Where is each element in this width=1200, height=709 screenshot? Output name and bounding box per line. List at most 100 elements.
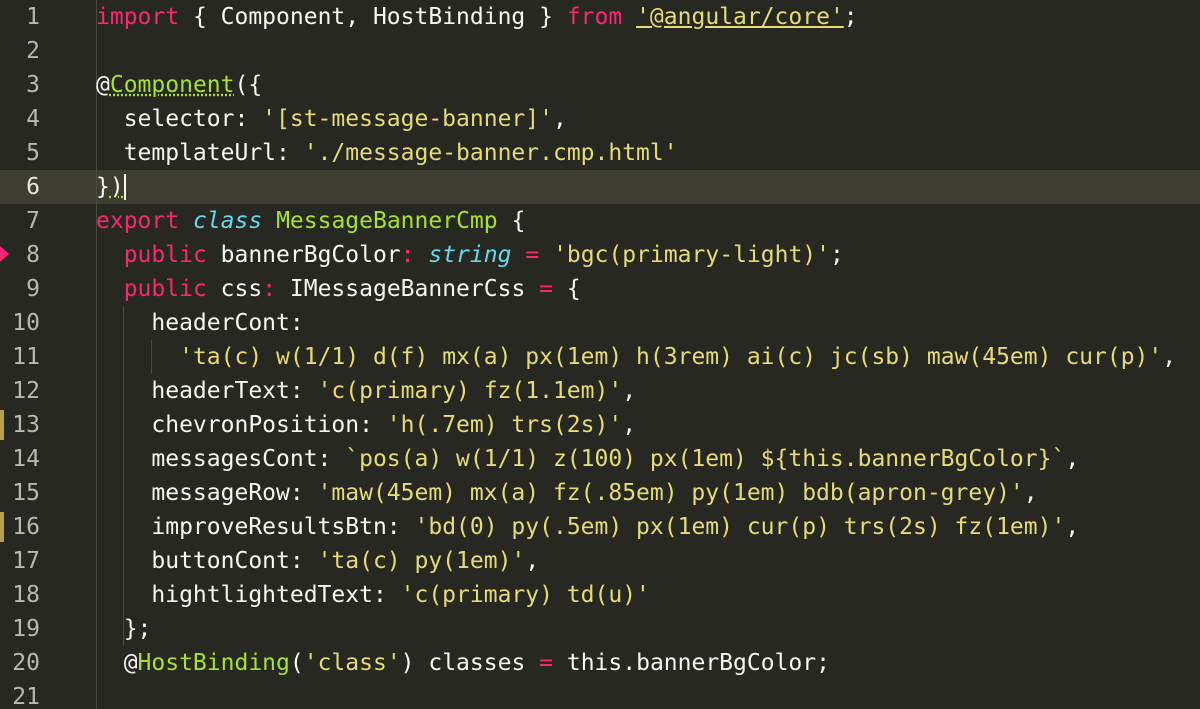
code-line[interactable]: selector: '[st-message-banner]', bbox=[96, 102, 567, 136]
gutter-line[interactable]: 5 bbox=[0, 136, 76, 170]
code-line[interactable]: @HostBinding('class') classes = this.ban… bbox=[96, 646, 830, 680]
code-area[interactable]: import { Component, HostBinding } from '… bbox=[96, 0, 1200, 709]
code-line[interactable]: messageRow: 'maw(45em) mx(a) fz(.85em) p… bbox=[96, 476, 1037, 510]
code-token: 'c(primary) fz(1.1em)' bbox=[317, 378, 623, 404]
code-token: 'c(primary) td(u)' bbox=[400, 582, 650, 608]
code-token: { Component, HostBinding } bbox=[179, 4, 567, 30]
code-token: ( bbox=[289, 650, 304, 676]
code-token: messagesCont: bbox=[96, 446, 346, 472]
code-token: : bbox=[400, 242, 415, 268]
line-number: 1 bbox=[26, 4, 40, 30]
code-token: @ bbox=[96, 650, 138, 676]
gutter-line[interactable]: 17 bbox=[0, 544, 76, 578]
code-line[interactable]: improveResultsBtn: 'bd(0) py(.5em) px(1e… bbox=[96, 510, 1079, 544]
code-token: ; bbox=[830, 242, 844, 268]
code-token: { bbox=[497, 208, 526, 234]
gutter-line[interactable]: 3 bbox=[0, 68, 76, 102]
code-token: , bbox=[622, 412, 637, 438]
code-token: = bbox=[525, 242, 540, 268]
code-token: , bbox=[1065, 514, 1080, 540]
gutter-line[interactable]: 15 bbox=[0, 476, 76, 510]
code-line[interactable]: messagesCont: `pos(a) w(1/1) z(100) px(1… bbox=[96, 442, 1079, 476]
gutter-line[interactable]: 9 bbox=[0, 272, 76, 306]
code-line[interactable]: }) bbox=[96, 170, 126, 204]
line-number: 4 bbox=[26, 106, 40, 132]
line-number: 7 bbox=[26, 208, 40, 234]
code-token: 'ta(c) py(1em)' bbox=[317, 548, 526, 574]
code-token: ({ bbox=[234, 72, 263, 98]
gutter-line[interactable]: 2 bbox=[0, 34, 76, 68]
code-line[interactable]: templateUrl: './message-banner.cmp.html' bbox=[96, 136, 678, 170]
gutter-line[interactable]: 6 bbox=[0, 170, 76, 204]
code-token: templateUrl: bbox=[96, 140, 304, 166]
code-token: , bbox=[1065, 446, 1080, 472]
code-line[interactable]: export class MessageBannerCmp { bbox=[96, 204, 525, 238]
line-number: 10 bbox=[12, 310, 40, 336]
line-number-gutter[interactable]: 1 2 3 4 5 6 7 8 9 10 11 12 13 14 15 16 17 18 19 20 21 bbox=[0, 0, 76, 709]
code-token: Component bbox=[109, 72, 235, 98]
code-token: '@angular/core' bbox=[636, 4, 844, 30]
gutter-line[interactable]: 4 bbox=[0, 102, 76, 136]
line-number: 9 bbox=[26, 276, 40, 302]
code-token: '[st-message-banner]' bbox=[262, 106, 553, 132]
gutter-line[interactable]: 13 bbox=[0, 408, 76, 442]
code-token: { bbox=[553, 276, 581, 302]
code-line[interactable]: 'ta(c) w(1/1) d(f) mx(a) px(1em) h(3rem)… bbox=[96, 340, 1176, 374]
gutter-line[interactable]: 20 bbox=[0, 646, 76, 680]
code-line[interactable]: public bannerBgColor: string = 'bgc(prim… bbox=[96, 238, 844, 272]
line-number: 18 bbox=[12, 582, 40, 608]
code-token: chevronPosition: bbox=[96, 412, 387, 438]
code-token: improveResultsBtn: bbox=[96, 514, 415, 540]
code-token: , bbox=[552, 106, 567, 132]
code-token: `pos(a) w(1/1) z(100) px(1em) ${this.ban… bbox=[345, 446, 1066, 472]
code-line[interactable]: import { Component, HostBinding } from '… bbox=[96, 0, 858, 34]
line-number: 19 bbox=[12, 616, 40, 642]
line-number: 17 bbox=[12, 548, 40, 574]
code-line[interactable]: chevronPosition: 'h(.7em) trs(2s)', bbox=[96, 408, 636, 442]
code-token: './message-banner.cmp.html' bbox=[303, 140, 678, 166]
gutter-line[interactable]: 10 bbox=[0, 306, 76, 340]
gutter-line[interactable]: 14 bbox=[0, 442, 76, 476]
code-token: export bbox=[96, 208, 180, 234]
code-token: messageRow: bbox=[96, 480, 318, 506]
gutter-line[interactable]: 18 bbox=[0, 578, 76, 612]
line-number: 15 bbox=[12, 480, 40, 506]
code-token: css bbox=[206, 276, 263, 302]
line-number: 2 bbox=[26, 38, 40, 64]
line-number: 12 bbox=[12, 378, 40, 404]
code-line[interactable]: headerText: 'c(primary) fz(1.1em)', bbox=[96, 374, 636, 408]
line-number: 20 bbox=[12, 650, 40, 676]
code-editor[interactable]: 1 2 3 4 5 6 7 8 9 10 11 12 13 14 15 16 17 18 19 20 21 import… bbox=[0, 0, 1200, 709]
code-token: , bbox=[622, 378, 637, 404]
gutter-line[interactable]: 12 bbox=[0, 374, 76, 408]
code-line[interactable]: @Component({ bbox=[96, 68, 262, 102]
line-number: 16 bbox=[12, 514, 40, 540]
gutter-line[interactable]: 1 bbox=[0, 0, 76, 34]
gutter-line[interactable]: 7 bbox=[0, 204, 76, 238]
code-token: }; bbox=[96, 616, 152, 642]
code-line[interactable]: public css: IMessageBannerCss = { bbox=[96, 272, 581, 306]
gutter-line[interactable]: 19 bbox=[0, 612, 76, 646]
code-line[interactable]: headerCont: bbox=[96, 306, 304, 340]
code-token: headerCont: bbox=[96, 310, 304, 336]
code-token: ; bbox=[843, 4, 858, 30]
line-number: 5 bbox=[26, 140, 40, 166]
line-number: 8 bbox=[26, 242, 40, 268]
code-line[interactable]: }; bbox=[96, 612, 152, 646]
gutter-line[interactable]: 16 bbox=[0, 510, 76, 544]
gutter-line[interactable]: 8 bbox=[0, 238, 76, 272]
line-number: 3 bbox=[26, 72, 40, 98]
gutter-line[interactable]: 21 bbox=[0, 680, 76, 709]
code-line[interactable]: hightlightedText: 'c(primary) td(u)' bbox=[96, 578, 650, 612]
code-token: @ bbox=[96, 72, 110, 98]
code-token: : bbox=[262, 276, 277, 302]
gutter-line[interactable]: 11 bbox=[0, 340, 76, 374]
code-line[interactable]: buttonCont: 'ta(c) py(1em)', bbox=[96, 544, 539, 578]
